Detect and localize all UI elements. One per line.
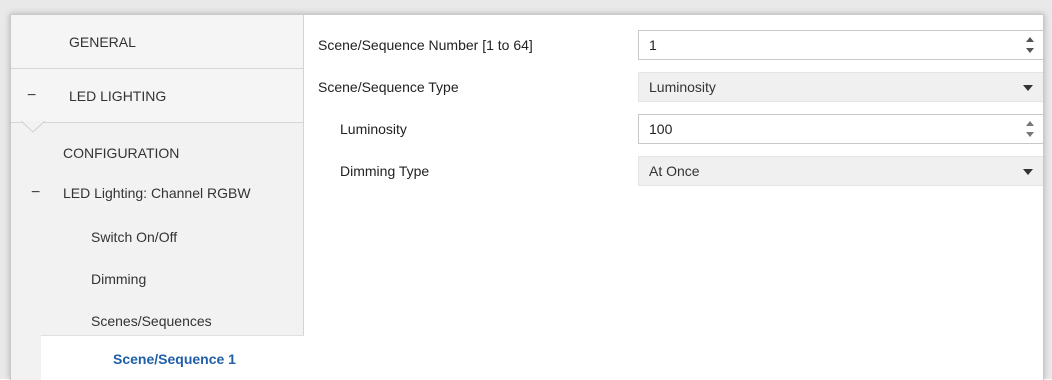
minus-icon[interactable]: − — [27, 87, 45, 105]
chevron-down-icon — [1023, 169, 1033, 175]
luminosity-label: Luminosity — [340, 121, 407, 137]
sidebar-item-label: GENERAL — [69, 33, 136, 50]
sidebar-item-led-lighting[interactable]: − LED LIGHTING — [11, 69, 303, 123]
sidebar-item-label: Scene/Sequence 1 — [113, 350, 236, 367]
chevron-down-icon — [1023, 85, 1033, 91]
param-row-number: Scene/Sequence Number [1 to 64] 1 — [304, 27, 1043, 63]
spinner-icon[interactable] — [1025, 120, 1035, 138]
scene-type-select[interactable]: Luminosity — [638, 72, 1043, 102]
dimming-type-select[interactable]: At Once — [638, 156, 1043, 186]
tree-notch — [21, 121, 45, 133]
sidebar-item-switch-on-off[interactable]: Switch On/Off — [11, 217, 303, 257]
param-row-dimming-type: Dimming Type At Once — [304, 153, 1043, 189]
dimming-type-label: Dimming Type — [340, 163, 430, 179]
sidebar-item-scene-sequence-1[interactable]: Scene/Sequence 1 — [41, 335, 311, 380]
sidebar: GENERAL − LED LIGHTING CONFIGURATION − L… — [11, 15, 304, 380]
scene-type-label: Scene/Sequence Type — [318, 79, 459, 95]
sidebar-item-configuration[interactable]: CONFIGURATION — [11, 133, 303, 173]
sidebar-item-general[interactable]: GENERAL — [11, 15, 303, 69]
screenshot-frame: GENERAL − LED LIGHTING CONFIGURATION − L… — [0, 0, 1052, 380]
sidebar-item-dimming[interactable]: Dimming — [11, 259, 303, 299]
minus-icon[interactable]: − — [31, 184, 49, 202]
luminosity-input[interactable]: 100 — [638, 114, 1043, 144]
param-row-type: Scene/Sequence Type Luminosity — [304, 69, 1043, 105]
scene-number-label: Scene/Sequence Number [1 to 64] — [318, 37, 533, 53]
sidebar-item-channel-rgbw[interactable]: − LED Lighting: Channel RGBW — [11, 173, 303, 213]
param-row-luminosity: Luminosity 100 % — [304, 111, 1043, 147]
sidebar-item-label: Scenes/Sequences — [91, 313, 212, 329]
scene-type-value: Luminosity — [649, 79, 716, 95]
sidebar-item-label: CONFIGURATION — [63, 145, 180, 161]
dimming-type-value: At Once — [649, 163, 700, 179]
sidebar-item-label: Switch On/Off — [91, 229, 178, 245]
spinner-icon[interactable] — [1025, 36, 1035, 54]
scene-number-value: 1 — [649, 37, 657, 53]
sidebar-item-label: LED Lighting: Channel RGBW — [63, 185, 251, 201]
scene-number-input[interactable]: 1 — [638, 30, 1043, 60]
parameters-window: GENERAL − LED LIGHTING CONFIGURATION − L… — [10, 14, 1044, 380]
sidebar-item-label: LED LIGHTING — [69, 87, 167, 104]
sidebar-item-label: Dimming — [91, 271, 147, 287]
luminosity-value: 100 — [649, 121, 673, 137]
parameter-panel: Scene/Sequence Number [1 to 64] 1 Scene/… — [304, 15, 1043, 380]
